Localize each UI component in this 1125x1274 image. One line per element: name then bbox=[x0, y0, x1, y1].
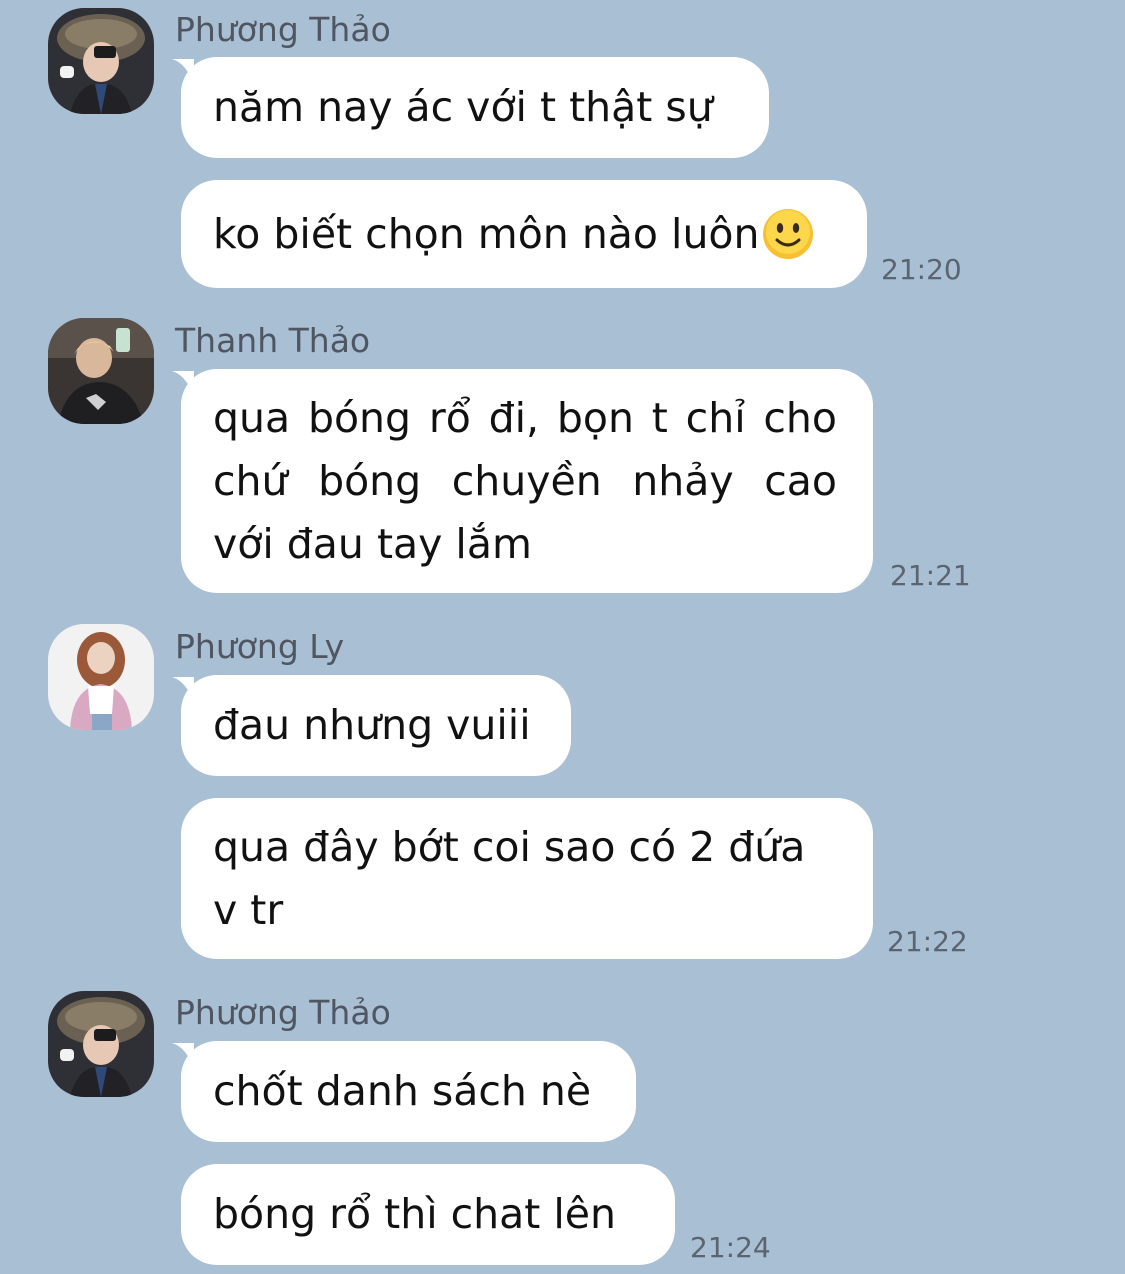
avatar-image bbox=[48, 991, 154, 1097]
message-bubble[interactable]: bóng rổ thì chat lên bbox=[181, 1164, 675, 1265]
bubble-tail bbox=[172, 1043, 194, 1069]
message-timestamp: 21:20 bbox=[881, 253, 962, 286]
message-text: bóng rổ thì chat lên bbox=[213, 1190, 616, 1238]
avatar-thanh-thao[interactable] bbox=[48, 318, 154, 424]
bubble-tail bbox=[172, 59, 194, 85]
avatar-phuong-ly[interactable] bbox=[48, 624, 154, 730]
sender-name: Phương Thảo bbox=[175, 10, 391, 49]
avatar-image bbox=[48, 8, 154, 114]
message-timestamp: 21:21 bbox=[890, 559, 971, 592]
message-bubble[interactable]: năm nay ác với t thật sự bbox=[172, 57, 769, 158]
message-text: năm nay ác với t thật sự bbox=[213, 83, 713, 131]
sender-name: Thanh Thảo bbox=[175, 321, 371, 360]
message-bubble[interactable]: đau nhưng vuiii bbox=[172, 675, 571, 776]
sender-name: Phương Ly bbox=[175, 627, 345, 666]
sender-name: Phương Thảo bbox=[175, 993, 391, 1032]
avatar-phuong-thao[interactable] bbox=[48, 991, 154, 1097]
message-bubble[interactable]: chốt danh sách nè bbox=[172, 1041, 636, 1142]
slightly-smiling-face-emoji bbox=[762, 209, 813, 259]
message-text: qua đây bớt coi sao có 2 đứa v tr bbox=[213, 823, 806, 934]
message-timestamp: 21:24 bbox=[690, 1231, 771, 1264]
message-timestamp: 21:22 bbox=[887, 925, 968, 958]
avatar-image bbox=[48, 624, 154, 730]
avatar-phuong-thao[interactable] bbox=[48, 8, 154, 114]
message-text: chốt danh sách nè bbox=[213, 1067, 592, 1115]
bubble-tail bbox=[172, 371, 194, 397]
message-text: qua bóng rổ đi, bọn t chỉ cho chứ bóng c… bbox=[213, 394, 837, 568]
message-bubble[interactable]: ko biết chọn môn nào luôn bbox=[181, 180, 867, 288]
message-text: ko biết chọn môn nào luôn bbox=[213, 209, 760, 258]
message-bubble[interactable]: qua đây bớt coi sao có 2 đứa v tr bbox=[181, 798, 873, 959]
message-text: đau nhưng vuiii bbox=[213, 701, 531, 749]
avatar-image bbox=[48, 318, 154, 424]
bubble-tail bbox=[172, 677, 194, 703]
message-bubble[interactable]: qua bóng rổ đi, bọn t chỉ cho chứ bóng c… bbox=[172, 369, 873, 593]
